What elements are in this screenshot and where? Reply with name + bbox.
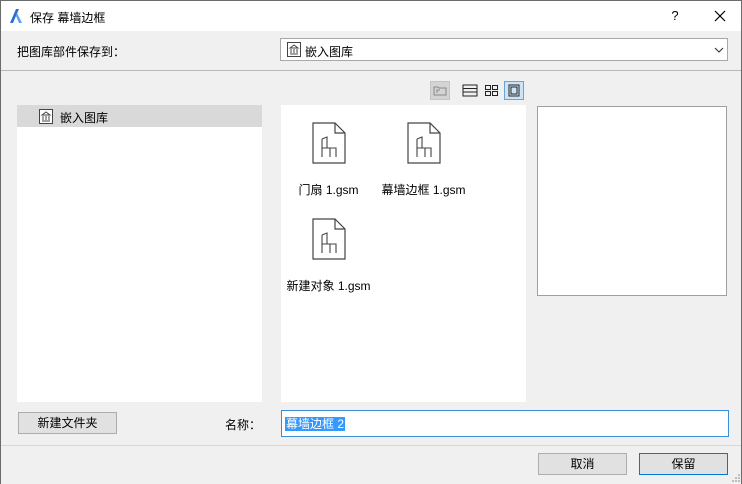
large-icon-view-button[interactable] [504,81,524,100]
save-button[interactable]: 保留 [639,453,728,475]
tree-item-label: 嵌入图库 [60,111,109,125]
large-view-icon [508,84,520,97]
name-input[interactable]: 幕墙边框 2 [281,410,729,437]
file-name: 新建对象 1.gsm [286,279,371,293]
file-item[interactable]: 新建对象 1.gsm [281,203,376,293]
file-list[interactable]: 门扇 1.gsm 幕墙边框 1.gsm 新建对象 1.gsm [281,105,526,402]
preview-pane [537,106,727,296]
object-file-icon [407,122,441,164]
file-item[interactable]: 幕墙边框 1.gsm [376,107,471,197]
object-file-icon [312,122,346,164]
tree-item-embedded-library[interactable]: 嵌入图库 [17,105,262,127]
grid-view-button[interactable] [482,81,502,100]
save-to-label: 把图库部件保存到： [17,45,126,59]
folder-up-button[interactable] [430,81,450,100]
location-select-value: 嵌入图库 [305,45,354,59]
footer-bar [1,445,741,484]
close-icon[interactable] [709,5,731,27]
folder-up-icon [433,86,447,96]
help-button[interactable]: ? [665,5,685,27]
divider [1,70,741,71]
list-view-icon [462,84,478,97]
cancel-button[interactable]: 取消 [538,453,627,475]
app-logo-icon [10,9,22,23]
library-icon [39,109,53,124]
chevron-down-icon [714,47,724,53]
library-tree[interactable]: 嵌入图库 [17,105,262,402]
name-label: 名称： [225,418,262,432]
title-bar: 保存 幕墙边框 ? [1,1,741,31]
list-view-button[interactable] [460,81,480,100]
grid-view-icon [485,85,498,96]
window-title: 保存 幕墙边框 [30,11,106,25]
file-name: 幕墙边框 1.gsm [381,183,466,197]
object-file-icon [312,218,346,260]
name-input-value: 幕墙边框 2 [285,417,346,431]
file-item[interactable]: 门扇 1.gsm [281,107,376,197]
save-dialog: 保存 幕墙边框 ? 把图库部件保存到： 嵌入图库 嵌入图库 门扇 1.gsm 幕… [0,0,742,484]
new-folder-button[interactable]: 新建文件夹 [18,412,117,434]
resize-grip-icon[interactable] [731,473,741,483]
location-select[interactable]: 嵌入图库 [280,38,728,61]
library-icon [287,42,301,57]
